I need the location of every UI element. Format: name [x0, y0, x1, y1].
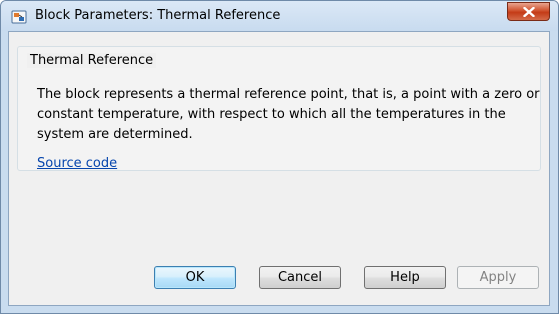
cancel-button[interactable]: Cancel [259, 266, 341, 289]
block-description: The block represents a thermal reference… [37, 87, 540, 142]
close-icon [523, 7, 535, 17]
source-code-link[interactable]: Source code [37, 156, 117, 171]
title-bar[interactable]: Block Parameters: Thermal Reference [1, 1, 558, 31]
group-title: Thermal Reference [27, 53, 157, 68]
simulink-block-icon [11, 9, 27, 25]
dialog-client-area: Thermal Reference The block represents a… [8, 31, 550, 306]
apply-button[interactable]: Apply [457, 266, 539, 289]
ok-button[interactable]: OK [154, 266, 236, 289]
window-title: Block Parameters: Thermal Reference [35, 8, 281, 23]
dialog-window: Block Parameters: Thermal Reference Ther… [0, 0, 559, 314]
help-button[interactable]: Help [364, 266, 446, 289]
close-button[interactable] [507, 2, 550, 21]
